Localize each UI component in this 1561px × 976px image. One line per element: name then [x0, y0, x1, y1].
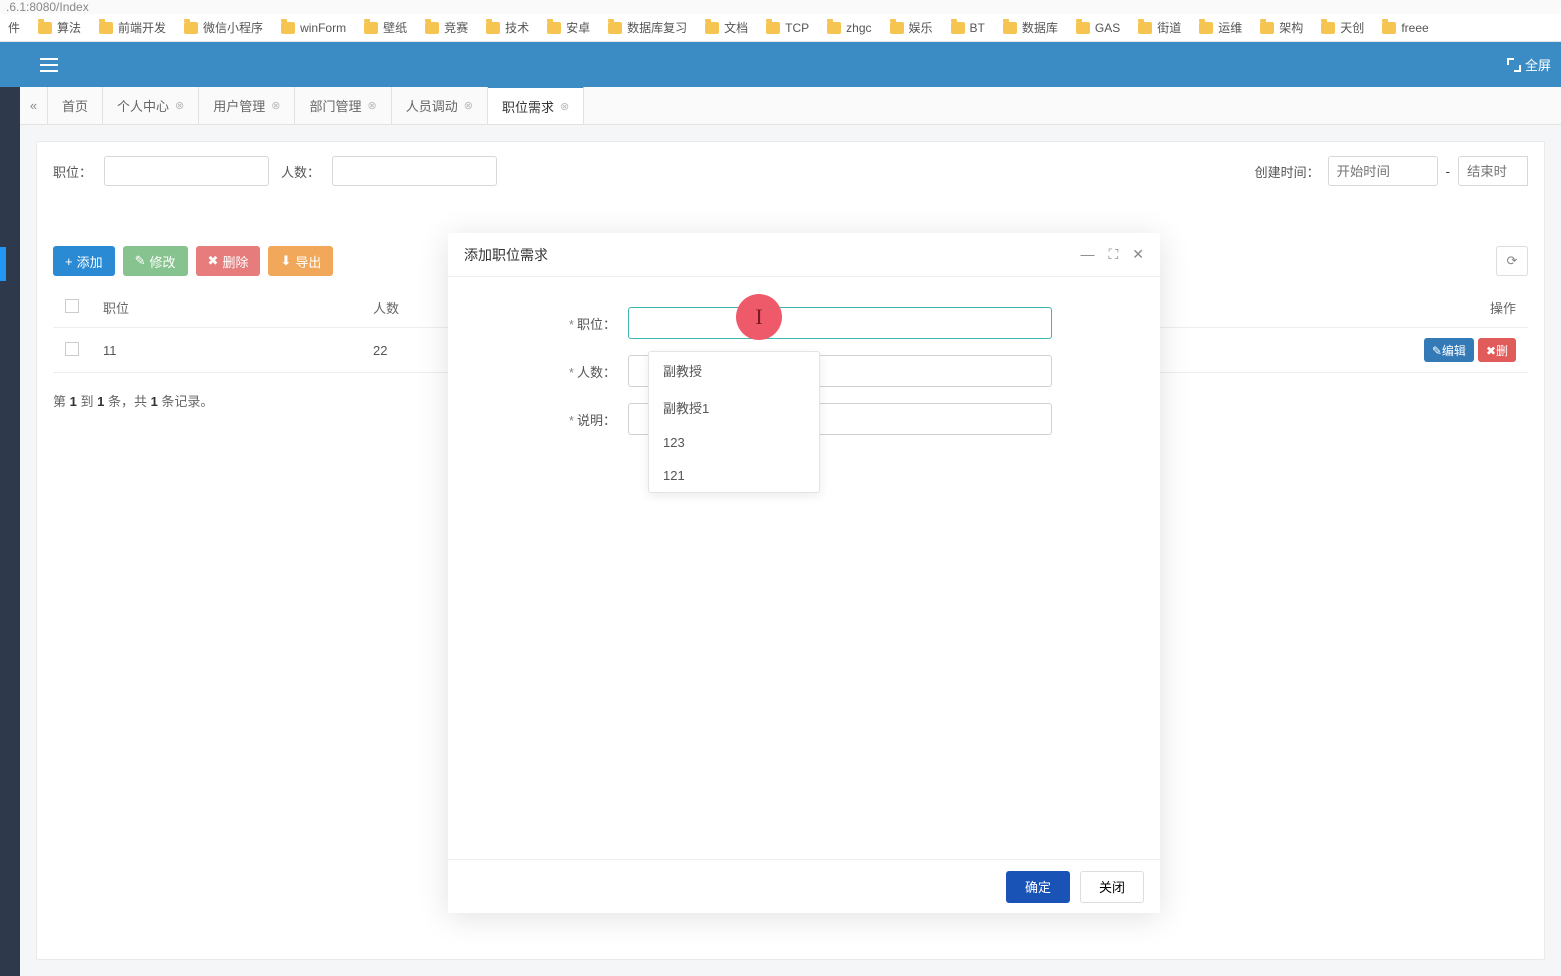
- add-position-modal: 添加职位需求 — ⛶ ✕ *职位： *人数： *: [448, 233, 1160, 913]
- dropdown-item[interactable]: 121: [649, 459, 819, 492]
- form-position-label: *职位：: [488, 314, 628, 333]
- bookmark-label: 街道: [1157, 19, 1181, 36]
- modal-cancel-button[interactable]: 关闭: [1080, 871, 1144, 903]
- folder-icon: [547, 22, 561, 34]
- folder-icon: [766, 22, 780, 34]
- fullscreen-button[interactable]: 全屏: [1507, 55, 1551, 74]
- folder-icon: [425, 22, 439, 34]
- bookmark-item[interactable]: 壁纸: [364, 19, 407, 36]
- modal-backdrop: 添加职位需求 — ⛶ ✕ *职位： *人数： *: [20, 87, 1561, 976]
- bookmark-label: 数据库: [1022, 19, 1058, 36]
- bookmark-label: 微信小程序: [203, 19, 263, 36]
- bookmark-item[interactable]: zhgc: [827, 21, 871, 35]
- modal-minimize-icon[interactable]: —: [1080, 246, 1094, 263]
- form-count-label: *人数：: [488, 362, 628, 381]
- bookmark-item[interactable]: 技术: [486, 19, 529, 36]
- bookmark-label: freee: [1401, 21, 1428, 35]
- folder-icon: [184, 22, 198, 34]
- folder-icon: [281, 22, 295, 34]
- dropdown-item[interactable]: 副教授: [649, 352, 819, 389]
- bookmark-item[interactable]: 算法: [38, 19, 81, 36]
- bookmark-item[interactable]: 运维: [1199, 19, 1242, 36]
- folder-icon: [364, 22, 378, 34]
- bookmark-item[interactable]: 竞赛: [425, 19, 468, 36]
- bookmark-item[interactable]: 微信小程序: [184, 19, 263, 36]
- folder-icon: [1138, 22, 1152, 34]
- fullscreen-icon: [1507, 58, 1521, 72]
- bookmark-item[interactable]: 架构: [1260, 19, 1303, 36]
- bookmark-label: BT: [970, 21, 985, 35]
- bookmark-label: 算法: [57, 19, 81, 36]
- bookmark-label: TCP: [785, 21, 809, 35]
- sidebar-active-indicator: [0, 247, 6, 281]
- bookmark-item[interactable]: 安卓: [547, 19, 590, 36]
- bookmark-item[interactable]: 数据库复习: [608, 19, 687, 36]
- bookmark-item[interactable]: freee: [1382, 21, 1428, 35]
- folder-icon: [486, 22, 500, 34]
- bookmark-item[interactable]: 前端开发: [99, 19, 166, 36]
- folder-icon: [1321, 22, 1335, 34]
- folder-icon: [890, 22, 904, 34]
- folder-icon: [1076, 22, 1090, 34]
- bookmark-item[interactable]: 文档: [705, 19, 748, 36]
- modal-maximize-icon[interactable]: ⛶: [1108, 246, 1118, 263]
- folder-icon: [827, 22, 841, 34]
- bookmark-label: winForm: [300, 21, 346, 35]
- url-text: .6.1:8080/Index: [6, 0, 89, 14]
- bookmark-label: 运维: [1218, 19, 1242, 36]
- left-sidebar: [0, 87, 20, 976]
- modal-header: 添加职位需求 — ⛶ ✕: [448, 233, 1160, 277]
- bookmark-bar: 件 算法 前端开发 微信小程序 winForm 壁纸 竞赛 技术 安卓 数据库复习 文档 TCP zhg…: [0, 14, 1561, 42]
- bookmark-label: 前端开发: [118, 19, 166, 36]
- position-autocomplete-dropdown: 副教授副教授1123121: [648, 351, 820, 493]
- hamburger-icon[interactable]: [40, 58, 58, 72]
- folder-icon: [705, 22, 719, 34]
- folder-icon: [1199, 22, 1213, 34]
- folder-icon: [608, 22, 622, 34]
- bookmark-item[interactable]: 街道: [1138, 19, 1181, 36]
- folder-icon: [1260, 22, 1274, 34]
- app-header: 全屏: [0, 42, 1561, 87]
- modal-body: *职位： *人数： *说明： 副教授副教授1123121: [448, 277, 1160, 859]
- bookmark-item[interactable]: 娱乐: [890, 19, 933, 36]
- bookmark-label: 架构: [1279, 19, 1303, 36]
- bookmark-label: 件: [8, 19, 20, 36]
- modal-title: 添加职位需求: [464, 245, 548, 265]
- bookmark-label: 竞赛: [444, 19, 468, 36]
- folder-icon: [99, 22, 113, 34]
- bookmark-label: GAS: [1095, 21, 1120, 35]
- bookmark-label: 壁纸: [383, 19, 407, 36]
- bookmark-item[interactable]: BT: [951, 21, 985, 35]
- bookmark-item[interactable]: GAS: [1076, 21, 1120, 35]
- bookmark-item[interactable]: 天创: [1321, 19, 1364, 36]
- modal-ok-button[interactable]: 确定: [1006, 871, 1070, 903]
- cursor-highlight: [736, 294, 782, 340]
- bookmark-label: 技术: [505, 19, 529, 36]
- form-desc-label: *说明：: [488, 410, 628, 429]
- modal-footer: 确定 关闭: [448, 859, 1160, 913]
- form-position-input[interactable]: [628, 307, 1052, 339]
- modal-close-icon[interactable]: ✕: [1132, 246, 1144, 263]
- bookmark-label: 天创: [1340, 19, 1364, 36]
- folder-icon: [38, 22, 52, 34]
- bookmark-item[interactable]: TCP: [766, 21, 809, 35]
- bookmark-label: 娱乐: [909, 19, 933, 36]
- folder-icon: [951, 22, 965, 34]
- bookmark-label: zhgc: [846, 21, 871, 35]
- bookmark-label: 安卓: [566, 19, 590, 36]
- bookmark-item[interactable]: 数据库: [1003, 19, 1058, 36]
- bookmark-item[interactable]: 件: [8, 19, 20, 36]
- browser-address-bar: .6.1:8080/Index: [0, 0, 1561, 14]
- dropdown-item[interactable]: 123: [649, 426, 819, 459]
- folder-icon: [1003, 22, 1017, 34]
- bookmark-label: 数据库复习: [627, 19, 687, 36]
- bookmark-item[interactable]: winForm: [281, 21, 346, 35]
- folder-icon: [1382, 22, 1396, 34]
- fullscreen-label: 全屏: [1525, 55, 1551, 74]
- bookmark-label: 文档: [724, 19, 748, 36]
- dropdown-item[interactable]: 副教授1: [649, 389, 819, 426]
